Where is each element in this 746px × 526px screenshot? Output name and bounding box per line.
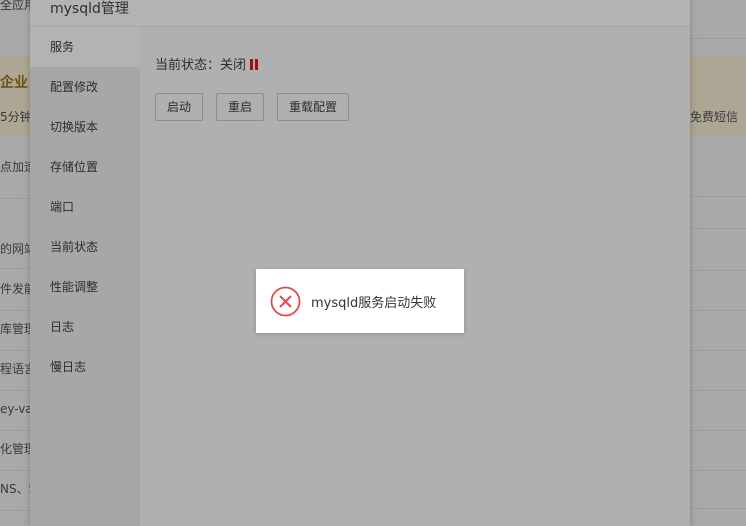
bg-divider xyxy=(690,38,746,39)
reload-config-button[interactable]: 重载配置 xyxy=(277,93,350,121)
sidebar-item-current-status[interactable]: 当前状态 xyxy=(30,227,140,267)
dialog-sidebar: 服务 配置修改 切换版本 存储位置 端口 当前状态 性能调整 日志 慢日志 xyxy=(30,27,140,526)
bg-list-item: NS、S xyxy=(0,482,30,511)
bg-divider xyxy=(690,470,746,471)
bg-divider xyxy=(690,390,746,391)
toast-message: mysqld服务启动失败 xyxy=(311,296,437,311)
bg-list-item: 化管理 xyxy=(0,442,30,471)
bg-divider xyxy=(690,310,746,311)
sidebar-item-storage[interactable]: 存储位置 xyxy=(30,147,140,187)
restart-button[interactable]: 重启 xyxy=(216,93,265,121)
start-button[interactable]: 启动 xyxy=(155,93,204,121)
sidebar-item-switch-version[interactable]: 切换版本 xyxy=(30,107,140,147)
sidebar-item-performance[interactable]: 性能调整 xyxy=(30,267,140,307)
error-circle-x-icon xyxy=(270,286,301,317)
bg-divider xyxy=(690,350,746,351)
bg-list-item: 的网站 xyxy=(0,242,30,269)
sidebar-item-log[interactable]: 日志 xyxy=(30,307,140,347)
bg-list-item: 库管理 xyxy=(0,322,30,351)
bg-divider xyxy=(690,196,746,197)
error-toast: mysqld服务启动失败 xyxy=(256,269,464,333)
bg-divider xyxy=(690,270,746,271)
sidebar-item-config[interactable]: 配置修改 xyxy=(30,67,140,107)
sidebar-item-service[interactable]: 服务 xyxy=(30,27,140,67)
bg-divider xyxy=(690,228,746,229)
sidebar-item-port[interactable]: 端口 xyxy=(30,187,140,227)
service-status-label: 当前状态：关闭 xyxy=(155,58,247,73)
bg-divider xyxy=(690,430,746,431)
bg-list-item: ey-val xyxy=(0,402,30,431)
stopped-status-icon xyxy=(250,59,259,70)
bg-list-item: 件发能 xyxy=(0,282,30,311)
bg-left-list: 点加速 的网站 件发能 库管理 程语言 ey-val 化管理 NS、S xyxy=(0,0,30,512)
service-status: 当前状态：关闭 xyxy=(155,54,259,73)
dialog-title-bar[interactable]: mysqld管理 xyxy=(30,0,690,27)
bg-divider xyxy=(690,508,746,509)
sidebar-item-slow-log[interactable]: 慢日志 xyxy=(30,347,140,387)
bg-right-list xyxy=(690,0,746,512)
bg-list-item: 点加速 xyxy=(0,160,30,199)
bg-list-item: 程语言 xyxy=(0,362,30,391)
mysqld-manager-dialog: mysqld管理 服务 配置修改 切换版本 存储位置 端口 当前状态 性能调整 … xyxy=(30,0,690,526)
dialog-title: mysqld管理 xyxy=(50,1,129,17)
